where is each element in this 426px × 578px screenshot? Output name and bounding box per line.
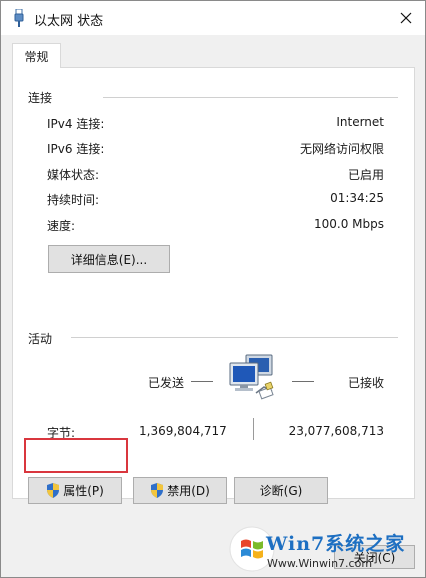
tab-general-label: 常规 bbox=[24, 49, 49, 64]
close-icon bbox=[400, 12, 412, 24]
uac-shield-icon bbox=[47, 483, 60, 498]
media-state-label: 媒体状态: bbox=[47, 168, 100, 182]
ipv4-label: IPv4 连接: bbox=[47, 117, 105, 131]
received-label: 已接收 bbox=[348, 376, 385, 390]
disable-button[interactable]: 禁用(D) bbox=[133, 477, 227, 504]
properties-highlight-frame bbox=[24, 438, 128, 473]
ipv6-value: 无网络访问权限 bbox=[299, 142, 384, 156]
close-window-button[interactable] bbox=[391, 4, 421, 32]
media-state-value: 已启用 bbox=[347, 168, 384, 182]
ipv4-value: Internet bbox=[336, 115, 384, 129]
activity-separator bbox=[253, 418, 254, 440]
bytes-sent-value: 1,369,804,717 bbox=[139, 424, 227, 438]
activity-group-divider bbox=[71, 337, 398, 338]
properties-button[interactable]: 属性(P) bbox=[28, 477, 122, 504]
duration-value: 01:34:25 bbox=[330, 191, 384, 205]
sent-label: 已发送 bbox=[148, 376, 185, 390]
bytes-received-value: 23,077,608,713 bbox=[288, 424, 384, 438]
window-title: 以太网 状态 bbox=[34, 14, 104, 29]
diagnose-button[interactable]: 诊断(G) bbox=[234, 477, 328, 504]
tab-general[interactable]: 常规 bbox=[12, 43, 61, 68]
ipv6-label: IPv6 连接: bbox=[47, 142, 105, 156]
speed-value: 100.0 Mbps bbox=[313, 217, 384, 231]
network-computers-icon bbox=[226, 353, 282, 401]
dialog-body: 常规 连接 IPv4 连接: Internet IPv6 连接: 无网络访问权限… bbox=[1, 35, 425, 577]
properties-button-label: 属性(P) bbox=[63, 484, 104, 498]
disable-button-label: 禁用(D) bbox=[167, 484, 210, 498]
watermark-url: Www.Winwin7.com bbox=[267, 557, 373, 570]
speed-label: 速度: bbox=[47, 219, 76, 233]
connection-group-divider bbox=[103, 97, 398, 98]
uac-shield-icon bbox=[151, 483, 164, 498]
general-tab-panel: 连接 IPv4 连接: Internet IPv6 连接: 无网络访问权限 媒体… bbox=[12, 67, 415, 504]
connection-group-title: 连接 bbox=[28, 91, 53, 105]
sent-dash bbox=[191, 381, 213, 382]
status-dialog-window: 以太网 状态 常规 连接 IPv4 连接: Internet IPv6 连接: … bbox=[0, 0, 426, 578]
network-adapter-icon bbox=[12, 8, 26, 27]
watermark-brand: Win7系统之家 bbox=[266, 533, 406, 555]
duration-label: 持续时间: bbox=[47, 193, 100, 207]
received-dash bbox=[292, 381, 314, 382]
activity-group-title: 活动 bbox=[28, 332, 53, 346]
title-bar[interactable]: 以太网 状态 bbox=[1, 1, 425, 35]
details-button[interactable]: 详细信息(E)... bbox=[48, 245, 170, 273]
